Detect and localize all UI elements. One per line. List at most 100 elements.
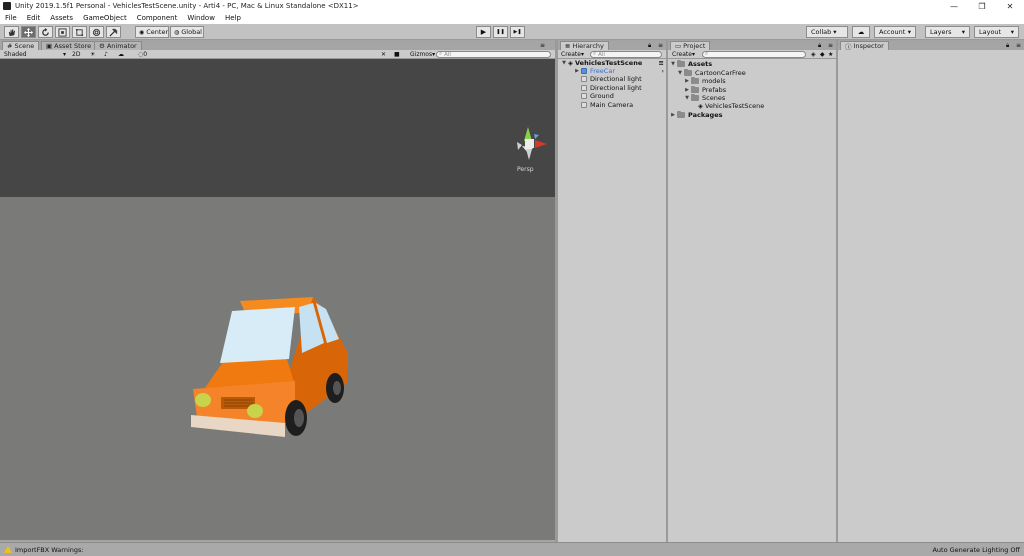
panel-menu-icon[interactable]: ≡ (540, 42, 545, 49)
scene-audio-toggle[interactable]: ♪ (104, 51, 108, 58)
pivot-center-toggle[interactable]: ◉ Center (135, 26, 169, 38)
scene-lighting-toggle[interactable]: ☀ (90, 51, 95, 58)
tab-scene[interactable]: # Scene (2, 41, 40, 50)
lock-icon[interactable]: 🔒︎ (818, 42, 821, 49)
tree-item[interactable]: ▶ Prefabs (684, 86, 726, 94)
layers-dropdown[interactable]: Layers ▾ (925, 26, 970, 38)
tree-item[interactable]: ▼ Scenes (684, 94, 725, 102)
filter-by-type-icon[interactable]: ◈ (811, 51, 816, 58)
project-tab-strip: ▭ Project 🔒︎ ≡ (668, 41, 836, 50)
move-tool-button[interactable] (21, 26, 36, 38)
filter-by-label-icon[interactable]: ◆ (820, 51, 825, 58)
hierarchy-item[interactable]: ▶ FreeCar › (574, 67, 664, 75)
scale-tool-button[interactable] (55, 26, 70, 38)
custom-tool-button[interactable] (106, 26, 121, 38)
expand-arrow-icon[interactable]: ▼ (670, 61, 676, 67)
play-button[interactable]: ▶ (476, 26, 491, 38)
neg-y-cone[interactable] (526, 149, 532, 160)
tree-item[interactable]: ▶ models (684, 77, 726, 85)
hierarchy-item[interactable]: Ground (581, 92, 614, 100)
account-dropdown[interactable]: Account ▾ (874, 26, 916, 38)
y-axis-cone[interactable] (524, 127, 532, 141)
favorite-icon[interactable]: ★ (828, 51, 833, 58)
close-button[interactable]: ✕ (996, 0, 1024, 12)
gizmos-dropdown[interactable]: Gizmos ▾ (410, 51, 435, 58)
lock-icon[interactable]: 🔒︎ (648, 42, 651, 49)
maximize-button[interactable]: ❐ (968, 0, 996, 12)
tree-item[interactable]: ▼ Assets (670, 60, 712, 68)
tab-asset-store-label: Asset Store (54, 42, 92, 50)
expand-arrow-icon[interactable]: ▼ (677, 70, 683, 76)
hidden-objects-toggle[interactable]: ◌ 0 (138, 51, 147, 58)
menu-bar: File Edit Assets GameObject Component Wi… (0, 12, 1024, 24)
gizmo-center-cube[interactable] (525, 139, 534, 148)
neg-x-cone[interactable] (517, 142, 522, 150)
neg-z-cone[interactable] (534, 134, 539, 139)
project-create-dropdown[interactable]: Create ▾ (672, 51, 695, 58)
scene-effects-toggle[interactable]: ☁ (118, 51, 124, 58)
tree-item[interactable]: ◈ VehiclesTestScene (698, 102, 764, 110)
view-mode-label[interactable]: Persp (517, 166, 534, 173)
chevron-right-icon[interactable]: › (661, 67, 664, 75)
tab-hierarchy[interactable]: ≣ Hierarchy (560, 41, 609, 50)
tab-inspector-label: Inspector (853, 42, 884, 50)
lighting-status[interactable]: Auto Generate Lighting Off (932, 546, 1020, 554)
hand-tool-button[interactable] (4, 26, 19, 38)
tree-item[interactable]: ▶ Packages (670, 111, 722, 119)
tab-inspector[interactable]: ⓘ Inspector (840, 41, 889, 51)
tree-item[interactable]: ▼ CartoonCarFree (677, 69, 746, 77)
hierarchy-item[interactable]: Directional light (581, 75, 642, 83)
expand-arrow-icon[interactable]: ▼ (561, 60, 567, 66)
hierarchy-search-input[interactable]: ⌕ All (590, 51, 662, 58)
chevron-down-icon: ▾ (961, 28, 965, 36)
orientation-gizmo[interactable] (513, 125, 551, 165)
scene-viewport[interactable]: Persp (0, 59, 555, 540)
transform-tool-button[interactable] (89, 26, 104, 38)
tab-animator[interactable]: ⚙ Animator (94, 41, 142, 50)
scene-options-icon[interactable]: ≡ (659, 59, 664, 67)
rotate-icon (42, 27, 49, 36)
tab-asset-store[interactable]: ▣ Asset Store (41, 41, 97, 50)
panel-menu-icon[interactable]: ≡ (658, 42, 663, 49)
rect-tool-button[interactable] (72, 26, 87, 38)
camera-settings-icon[interactable]: ■ (394, 51, 400, 58)
panel-menu-icon[interactable]: ≡ (1016, 42, 1021, 49)
menu-component[interactable]: Component (132, 14, 183, 22)
hierarchy-item[interactable]: Directional light (581, 84, 642, 92)
search-icon: ⌕ (593, 51, 597, 57)
space-global-toggle[interactable]: ◍ Global (170, 26, 204, 38)
collapse-arrow-icon[interactable]: ▶ (684, 78, 690, 84)
scene-tools-icon[interactable]: ✕ (381, 51, 386, 58)
menu-gameobject[interactable]: GameObject (78, 14, 132, 22)
collapse-arrow-icon[interactable]: ▶ (574, 68, 580, 74)
shading-dropdown[interactable]: Shaded ▾ (4, 51, 66, 58)
collapse-arrow-icon[interactable]: ▶ (670, 112, 676, 118)
x-axis-cone[interactable] (535, 140, 547, 148)
scene-root-row[interactable]: ▼ ◈ VehiclesTestScene ≡ (561, 59, 664, 67)
expand-arrow-icon[interactable]: ▼ (684, 95, 690, 101)
layout-dropdown[interactable]: Layout ▾ (974, 26, 1019, 38)
lock-icon[interactable]: 🔒︎ (1006, 42, 1009, 49)
minimize-button[interactable]: — (940, 0, 968, 12)
collab-dropdown[interactable]: Collab ▾ (806, 26, 848, 38)
tab-project[interactable]: ▭ Project (670, 41, 711, 50)
cloud-button[interactable]: ☁ (852, 26, 870, 38)
project-search-input[interactable]: ⌕ (702, 51, 806, 58)
menu-assets[interactable]: Assets (45, 14, 78, 22)
panel-menu-icon[interactable]: ≡ (828, 42, 833, 49)
step-button[interactable]: ▶❚ (510, 26, 525, 38)
rotate-tool-button[interactable] (38, 26, 53, 38)
menu-window[interactable]: Window (182, 14, 220, 22)
menu-help[interactable]: Help (220, 14, 246, 22)
console-warning[interactable]: ImportFBX Warnings: (4, 546, 84, 554)
mode-2d-toggle[interactable]: 2D (72, 51, 80, 58)
collapse-arrow-icon[interactable]: ▶ (684, 87, 690, 93)
freecar-model[interactable] (185, 297, 355, 442)
menu-edit[interactable]: Edit (22, 14, 46, 22)
hierarchy-item[interactable]: Main Camera (581, 101, 633, 109)
grid-icon: # (7, 42, 13, 50)
hierarchy-create-dropdown[interactable]: Create ▾ (561, 51, 584, 58)
pause-button[interactable]: ❚❚ (493, 26, 508, 38)
scene-search-input[interactable]: ⌕ All (436, 51, 551, 58)
menu-file[interactable]: File (0, 14, 22, 22)
